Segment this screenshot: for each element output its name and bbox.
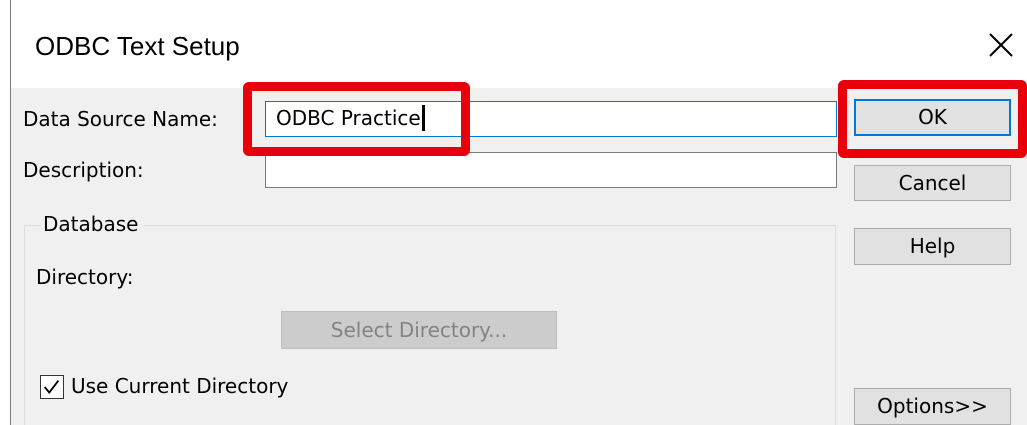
- options-button[interactable]: Options>>: [854, 388, 1011, 425]
- data-source-name-label: Data Source Name:: [23, 107, 218, 131]
- directory-label: Directory:: [36, 265, 134, 289]
- data-source-name-input[interactable]: ODBC Practice: [265, 101, 837, 137]
- text-caret: [421, 104, 425, 131]
- data-source-name-value: ODBC Practice: [276, 106, 421, 130]
- description-label: Description:: [23, 158, 144, 182]
- close-icon[interactable]: [986, 30, 1016, 60]
- select-directory-button[interactable]: Select Directory...: [281, 311, 557, 349]
- help-button[interactable]: Help: [854, 228, 1011, 265]
- ok-button[interactable]: OK: [854, 99, 1011, 136]
- checkmark-icon: [43, 380, 60, 394]
- dialog-title: ODBC Text Setup: [35, 31, 240, 61]
- description-input[interactable]: [265, 152, 837, 188]
- use-current-directory-label: Use Current Directory: [71, 374, 289, 398]
- use-current-directory-checkbox[interactable]: [40, 375, 64, 399]
- database-group-legend: Database: [41, 212, 145, 236]
- cancel-button[interactable]: Cancel: [854, 165, 1011, 201]
- title-bar: ODBC Text Setup: [11, 0, 1027, 88]
- odbc-text-setup-dialog: ODBC Text Setup Data Source Name: ODBC P…: [10, 0, 1027, 425]
